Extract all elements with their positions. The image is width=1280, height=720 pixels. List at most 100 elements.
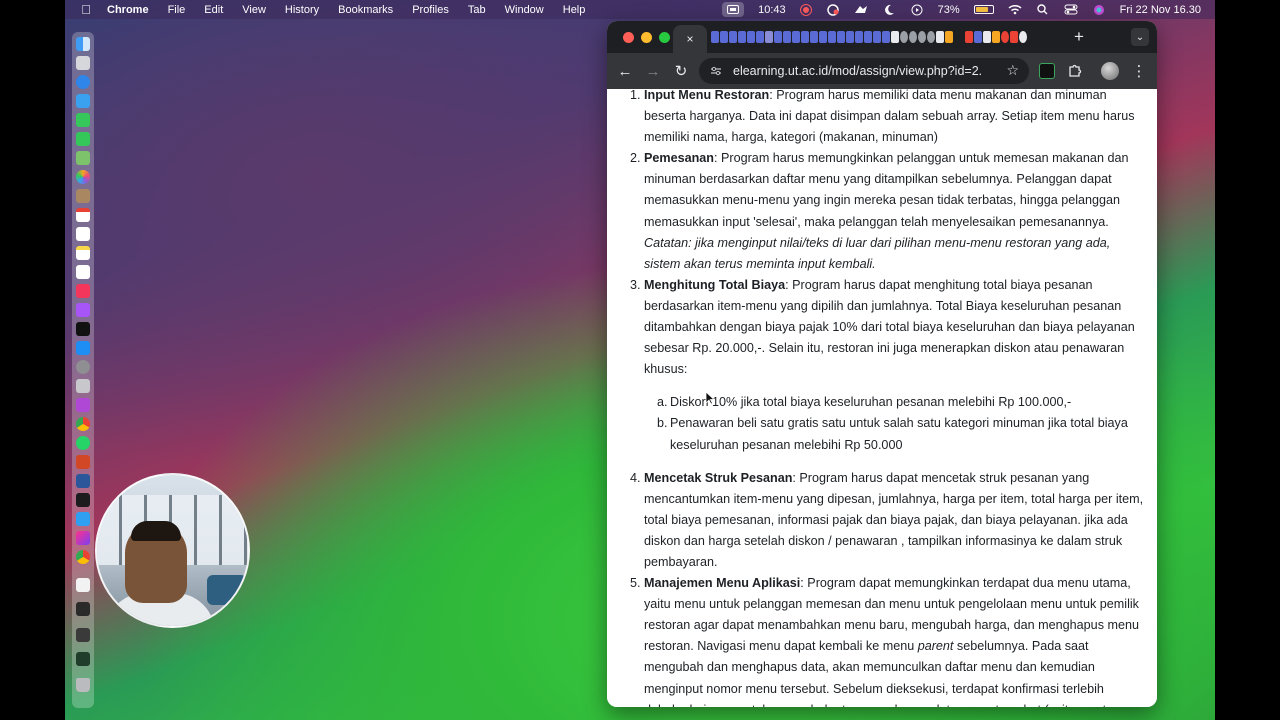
intellij-icon[interactable] (76, 531, 90, 545)
new-tab-button[interactable]: + (1069, 26, 1089, 48)
menu-window[interactable]: Window (505, 4, 544, 16)
tab-search-button[interactable]: ⌄ (1131, 28, 1149, 46)
profile-avatar[interactable] (1101, 62, 1119, 80)
tab-favicon[interactable] (891, 31, 899, 43)
tab-favicon[interactable] (738, 31, 746, 43)
tab-favicon[interactable] (909, 31, 917, 43)
calendar-icon[interactable] (76, 208, 90, 222)
extensions-puzzle-icon[interactable] (1067, 63, 1083, 79)
menu-tab[interactable]: Tab (468, 4, 486, 16)
more-menu-icon[interactable]: ⋮ (1132, 61, 1147, 81)
tab-favicon[interactable] (711, 31, 719, 43)
tab-favicon[interactable] (765, 31, 773, 43)
address-bar[interactable]: elearning.ut.ac.id/mod/assign/view.php?i… (699, 58, 1029, 84)
tab-favicon[interactable] (873, 31, 881, 43)
launchpad-icon[interactable] (76, 56, 90, 70)
trash-icon[interactable] (76, 678, 90, 692)
tab-favicon[interactable] (855, 31, 863, 43)
tab-favicon[interactable] (756, 31, 764, 43)
music-icon[interactable] (76, 284, 90, 298)
tab-favicon[interactable] (864, 31, 872, 43)
tab-favicon[interactable] (965, 31, 973, 43)
battery-icon[interactable] (973, 5, 994, 14)
chrome-icon[interactable] (76, 417, 90, 431)
screen-mirroring-icon[interactable] (722, 2, 745, 17)
menu-profiles[interactable]: Profiles (412, 4, 449, 16)
screenshot-thumbnail-icon[interactable] (76, 652, 90, 666)
menu-edit[interactable]: Edit (204, 4, 223, 16)
moon-icon[interactable] (882, 4, 896, 16)
apple-icon[interactable]:  (79, 2, 93, 17)
record-icon[interactable] (799, 3, 812, 16)
maps-icon[interactable] (76, 151, 90, 165)
podcasts-icon[interactable] (76, 303, 90, 317)
tab-favicon[interactable] (936, 31, 944, 43)
tab-favicon[interactable] (1019, 31, 1027, 43)
safari-icon[interactable] (76, 75, 90, 89)
reminders-icon[interactable] (76, 227, 90, 241)
notes-icon[interactable] (76, 246, 90, 260)
freeform-icon[interactable] (76, 265, 90, 279)
creative-cloud-icon[interactable] (826, 3, 840, 16)
finder-icon[interactable] (76, 37, 90, 51)
tab-favicon[interactable] (882, 31, 890, 43)
tab-favicon[interactable] (954, 31, 964, 43)
menu-file[interactable]: File (168, 4, 186, 16)
url-text[interactable]: elearning.ut.ac.id/mod/assign/view.php?i… (733, 64, 983, 78)
menu-history[interactable]: History (285, 4, 319, 16)
tab-favicon[interactable] (918, 31, 926, 43)
whatsapp-icon[interactable] (76, 436, 90, 450)
tab-favicon[interactable] (927, 31, 935, 43)
app-store-icon[interactable] (76, 341, 90, 355)
menu-bookmarks[interactable]: Bookmarks (338, 4, 393, 16)
search-icon[interactable] (1036, 4, 1050, 16)
word-icon[interactable] (76, 474, 90, 488)
forward-button[interactable]: → (643, 61, 663, 81)
document-icon[interactable] (76, 578, 90, 592)
siri-icon[interactable] (1092, 4, 1106, 16)
bookmark-star-icon[interactable]: ☆ (1006, 62, 1019, 79)
wifi-icon[interactable] (1008, 4, 1022, 16)
bird-icon[interactable] (854, 4, 868, 16)
reload-button[interactable]: ↻ (671, 61, 691, 81)
tab-favicon[interactable] (801, 31, 809, 43)
zoom-window-button[interactable] (659, 32, 670, 43)
extension-icon[interactable] (1039, 63, 1055, 79)
tab-favicon[interactable] (992, 31, 1000, 43)
menubar-clock[interactable]: Fri 22 Nov 16.30 (1120, 4, 1201, 16)
play-circle-icon[interactable] (910, 4, 924, 16)
chrome-alt-icon[interactable] (76, 550, 90, 564)
messages-icon[interactable] (76, 132, 90, 146)
contacts-icon[interactable] (76, 189, 90, 203)
tab-favicon[interactable] (720, 31, 728, 43)
tab-favicon[interactable] (828, 31, 836, 43)
screen-recorder-icon[interactable] (76, 398, 90, 412)
tab-favicon[interactable] (846, 31, 854, 43)
system-settings-icon[interactable] (76, 360, 90, 374)
control-center-icon[interactable] (1064, 4, 1078, 16)
tab-favicon[interactable] (1001, 31, 1009, 43)
tab-favicon[interactable] (810, 31, 818, 43)
tab-close-icon[interactable]: × (686, 32, 693, 46)
window-thumbnail-icon[interactable] (76, 602, 90, 616)
tab-favicon[interactable] (983, 31, 991, 43)
preview-icon[interactable] (76, 379, 90, 393)
tv-icon[interactable] (76, 322, 90, 336)
menu-app-name[interactable]: Chrome (107, 4, 149, 16)
tab-favicon[interactable] (945, 31, 953, 43)
tab-favicon[interactable] (900, 31, 908, 43)
back-button[interactable]: ← (615, 61, 635, 81)
tab-favicon[interactable] (974, 31, 982, 43)
tab-favicon[interactable] (1010, 31, 1018, 43)
close-window-button[interactable] (623, 32, 634, 43)
active-tab[interactable]: × (673, 25, 707, 53)
site-info-icon[interactable] (709, 64, 723, 78)
minimize-window-button[interactable] (641, 32, 652, 43)
tab-favicon[interactable] (819, 31, 827, 43)
tab-favicon[interactable] (774, 31, 782, 43)
tab-favicon[interactable] (783, 31, 791, 43)
facetime-icon[interactable] (76, 113, 90, 127)
terminal-icon[interactable] (76, 493, 90, 507)
photos-icon[interactable] (76, 170, 90, 184)
tab-favicon[interactable] (729, 31, 737, 43)
